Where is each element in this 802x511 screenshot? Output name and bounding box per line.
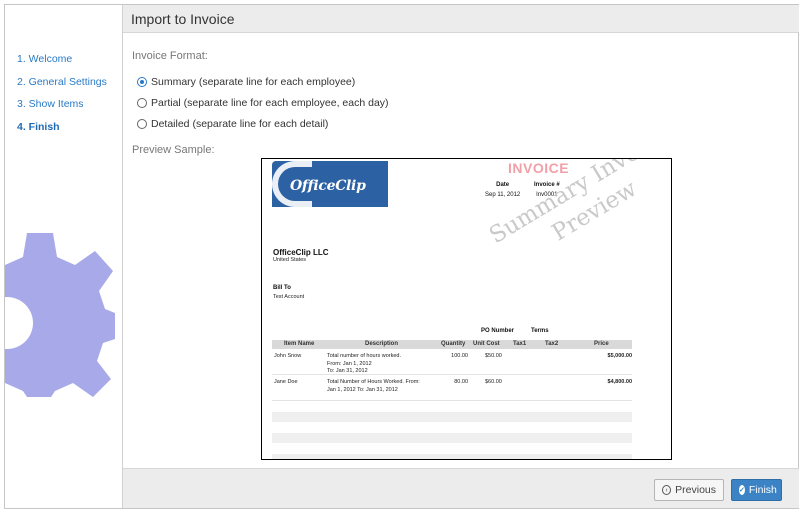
officeclip-logo: OfficeClip	[272, 161, 388, 207]
cell-unit-cost: $50.00	[485, 353, 502, 359]
cell-description: Total number of hours worked. From: Jan …	[327, 353, 437, 376]
step-show-items[interactable]: 3. Show Items	[17, 97, 107, 120]
invoice-title: INVOICE	[508, 160, 570, 176]
invoice-date: Date Sep 11, 2012	[485, 182, 520, 198]
wizard-window: 1. Welcome 2. General Settings 3. Show I…	[4, 4, 799, 509]
col-tax1: Tax1	[513, 341, 527, 347]
cell-item: Jane Doe	[274, 379, 298, 385]
table-row: John Snow Total number of hours worked. …	[272, 349, 632, 375]
date-label: Date	[496, 182, 510, 188]
partial-radio[interactable]	[137, 97, 147, 108]
cell-price: $5,000.00	[607, 353, 632, 359]
bill-to-value: Test Account	[273, 294, 305, 300]
detailed-radio[interactable]	[137, 118, 147, 129]
company-block: OfficeClip LLC United States	[273, 248, 329, 263]
company-name: OfficeClip LLC	[273, 248, 329, 257]
panel-header: Import to Invoice	[123, 5, 799, 33]
step-welcome[interactable]: 1. Welcome	[17, 52, 107, 75]
sidebar: 1. Welcome 2. General Settings 3. Show I…	[5, 5, 122, 508]
summary-radio[interactable]	[137, 76, 147, 87]
col-tax2: Tax2	[545, 341, 559, 347]
chevron-left-icon: ‹	[662, 485, 672, 495]
col-item-name: Item Name	[284, 341, 315, 347]
step-general-settings[interactable]: 2. General Settings	[17, 75, 107, 98]
option-detailed[interactable]: Detailed (separate line for each detail)	[137, 113, 389, 134]
desc-line: Total Number of Hours Worked. From:	[327, 379, 420, 385]
bill-to-block: Bill To Test Account	[273, 285, 304, 300]
col-price: Price	[594, 341, 609, 347]
company-country: United States	[273, 257, 307, 263]
step-finish[interactable]: 4. Finish	[17, 120, 107, 143]
bill-to-label: Bill To	[273, 285, 291, 291]
option-partial-label: Partial (separate line for each employee…	[151, 96, 389, 109]
cell-unit-cost: $60.00	[485, 379, 502, 385]
col-description: Description	[365, 341, 399, 347]
table-header: Item Name Description Quantity Unit Cost…	[272, 340, 632, 349]
finish-button[interactable]: ✓ Finish	[731, 479, 782, 501]
invoice-format-options: Summary (separate line for each employee…	[137, 71, 389, 134]
page-title: Import to Invoice	[131, 11, 235, 27]
invoice-table: Item Name Description Quantity Unit Cost…	[272, 340, 632, 459]
empty-row	[272, 412, 632, 422]
logo-text: OfficeClip	[290, 178, 366, 194]
option-summary-label: Summary (separate line for each employee…	[151, 75, 356, 88]
desc-line: Total number of hours worked.	[327, 353, 401, 359]
empty-row	[272, 454, 632, 459]
table-row: Jane Doe Total Number of Hours Worked. F…	[272, 375, 632, 401]
invoice-preview: OfficeClip INVOICE Date Sep 11, 2012 Inv…	[261, 158, 672, 460]
cell-item: John Snow	[274, 353, 302, 359]
cell-quantity: 80.00	[454, 379, 468, 385]
cell-price: $4,800.00	[607, 379, 632, 385]
check-icon: ✓	[739, 485, 745, 495]
wizard-steps: 1. Welcome 2. General Settings 3. Show I…	[17, 52, 107, 142]
desc-line: Jan 1, 2012 To: Jan 31, 2012	[327, 386, 398, 393]
desc-line: From: Jan 1, 2012	[327, 360, 372, 367]
previous-button[interactable]: ‹ Previous	[654, 479, 724, 501]
desc-line: To: Jan 31, 2012	[327, 368, 368, 374]
date-value: Sep 11, 2012	[485, 192, 521, 198]
terms-label: Terms	[531, 328, 549, 334]
po-number-label: PO Number	[481, 328, 515, 334]
col-quantity: Quantity	[441, 341, 466, 347]
finish-button-label: Finish	[748, 484, 777, 496]
cell-description: Total Number of Hours Worked. From: Jan …	[327, 379, 439, 394]
wizard-footer: ‹ Previous ✓ Finish	[123, 468, 799, 508]
empty-row	[272, 433, 632, 443]
col-unit-cost: Unit Cost	[473, 341, 500, 347]
main-panel: Import to Invoice Invoice Format: Summar…	[122, 5, 799, 508]
option-summary[interactable]: Summary (separate line for each employee…	[137, 71, 389, 92]
gear-icon	[5, 233, 115, 397]
previous-button-label: Previous	[675, 484, 716, 496]
preview-sample-label: Preview Sample:	[132, 144, 215, 156]
invoice-format-label: Invoice Format:	[132, 50, 208, 62]
option-detailed-label: Detailed (separate line for each detail)	[151, 117, 329, 130]
cell-quantity: 100.00	[451, 353, 468, 359]
option-partial[interactable]: Partial (separate line for each employee…	[137, 92, 389, 113]
